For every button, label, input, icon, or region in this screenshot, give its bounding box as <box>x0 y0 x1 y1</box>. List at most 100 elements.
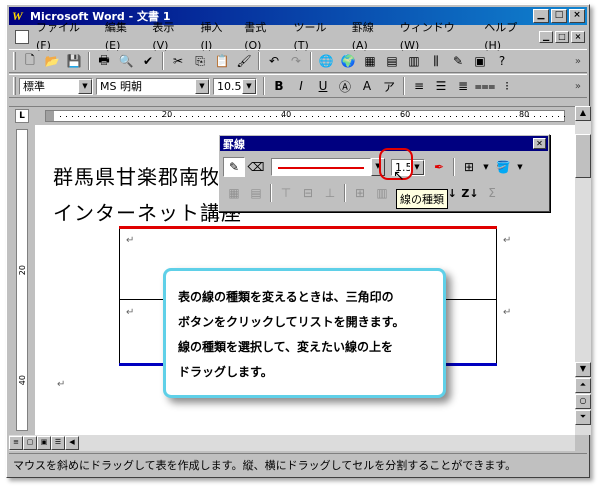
doc-minimize-button[interactable]: ▁ <box>539 31 554 43</box>
chevron-down-icon[interactable]: ▼ <box>78 78 92 94</box>
align-middle-icon[interactable]: ⊟ <box>297 183 319 203</box>
callout-line-1: 表の線の種類を変えるときは、三角印の <box>178 290 394 304</box>
previous-page-icon[interactable]: ⏶ <box>575 378 591 393</box>
line-style-select[interactable] <box>271 158 371 176</box>
scroll-thumb[interactable] <box>575 134 591 178</box>
drawing-icon[interactable]: ✎ <box>447 51 469 71</box>
doc-restore-button[interactable]: □ <box>555 31 570 43</box>
chevron-down-icon[interactable]: ▼ <box>195 78 209 94</box>
document-line-1[interactable]: 群馬県甘楽郡南牧 <box>53 161 221 190</box>
close-button[interactable]: × <box>569 9 585 23</box>
italic-icon[interactable]: I <box>290 76 312 96</box>
ruler-tick <box>558 116 559 117</box>
print-layout-icon[interactable]: ▣ <box>37 436 51 450</box>
align-top-icon[interactable]: ⊤ <box>275 183 297 203</box>
undo-icon[interactable]: ↶ <box>263 51 285 71</box>
distributed-icon[interactable]: ⩶ <box>474 76 496 96</box>
close-icon[interactable]: ✕ <box>533 138 546 149</box>
font-size-select[interactable]: 10.5 ▼ <box>213 77 257 95</box>
ruler-tick <box>342 116 343 117</box>
copy-icon[interactable]: ⎘ <box>189 51 211 71</box>
ruler-tick <box>84 116 85 117</box>
toolbar-more-icon[interactable]: » <box>575 81 581 92</box>
align-center-icon[interactable]: ☰ <box>430 76 452 96</box>
document-map-icon[interactable]: ▣ <box>469 51 491 71</box>
align-right-icon[interactable]: ≣ <box>452 76 474 96</box>
maximize-button[interactable]: □ <box>551 9 567 23</box>
ruler-tick <box>282 116 283 117</box>
draw-table-icon[interactable]: ✎ <box>223 157 245 177</box>
insert-table-icon[interactable]: ▤ <box>381 51 403 71</box>
separator <box>258 52 260 70</box>
ruler-tick <box>150 116 151 117</box>
save-icon[interactable]: 💾 <box>63 51 85 71</box>
border-color-icon[interactable]: ✒ <box>428 157 450 177</box>
tables-borders-icon[interactable]: ▦ <box>359 51 381 71</box>
normal-view-icon[interactable]: ≡ <box>9 436 23 450</box>
ruler-tick <box>468 116 469 117</box>
merge-cells-icon[interactable]: ▤ <box>245 183 267 203</box>
document-icon[interactable] <box>15 30 29 44</box>
distribute-rows-icon[interactable]: ⊞ <box>349 183 371 203</box>
chevron-down-icon[interactable]: ▼ <box>514 157 526 177</box>
cut-icon[interactable]: ✂ <box>167 51 189 71</box>
ruler-tick <box>228 116 229 117</box>
outline-view-icon[interactable]: ☰ <box>51 436 65 450</box>
help-icon[interactable]: ? <box>491 51 513 71</box>
autosum-icon[interactable]: Σ <box>481 183 503 203</box>
word-app-icon[interactable]: W <box>12 9 26 23</box>
callout-line-3: 線の種類を選択して、変えたい線の上を <box>178 340 394 354</box>
eraser-icon[interactable]: ⌫ <box>245 157 267 177</box>
toolbar-grip[interactable] <box>13 52 16 70</box>
underline-icon[interactable]: U <box>312 76 334 96</box>
new-icon[interactable]: 🗋 <box>19 51 41 71</box>
style-select[interactable]: 標準 ▼ <box>19 77 93 95</box>
horizontal-ruler[interactable]: L 20 40 60 80 <box>9 106 587 124</box>
spelling-icon[interactable]: ✔ <box>137 51 159 71</box>
format-painter-icon[interactable]: 🖌 <box>233 51 255 71</box>
paste-icon[interactable]: 📋 <box>211 51 233 71</box>
web-layout-icon[interactable]: ▢ <box>23 436 37 450</box>
ruler-tick <box>78 116 79 117</box>
ruler-tick <box>90 116 91 117</box>
phonetic-icon[interactable]: ア <box>378 76 400 96</box>
doc-close-button[interactable]: × <box>571 31 586 43</box>
scroll-up-icon[interactable]: ▲ <box>575 106 591 121</box>
browse-object-icon[interactable]: ○ <box>575 394 591 409</box>
sort-descending-icon[interactable]: Z↓ <box>459 183 481 203</box>
print-preview-icon[interactable]: 🔍 <box>115 51 137 71</box>
horizontal-scrollbar[interactable]: ≡ ▢ ▣ ☰ ◀ <box>9 435 575 451</box>
web-toolbar-icon[interactable]: 🌍 <box>337 51 359 71</box>
numbering-icon[interactable]: ⁝ <box>496 76 518 96</box>
ruler-mark: 20 <box>162 110 173 119</box>
columns-icon[interactable]: ⫼ <box>425 51 447 71</box>
open-icon[interactable]: 📂 <box>41 51 63 71</box>
scroll-down-icon[interactable]: ▼ <box>575 362 591 377</box>
chevron-down-icon[interactable]: ▼ <box>242 78 256 94</box>
char-border-icon[interactable]: Ⓐ <box>334 76 356 96</box>
bold-icon[interactable]: B <box>268 76 290 96</box>
toolbar-grip[interactable] <box>13 77 16 95</box>
align-justify-icon[interactable]: ≡ <box>408 76 430 96</box>
char-shading-icon[interactable]: A <box>356 76 378 96</box>
document-line-2[interactable]: インターネット講座 <box>53 197 242 226</box>
outside-border-icon[interactable]: ⊞ <box>458 157 480 177</box>
print-icon[interactable]: 🖶 <box>93 51 115 71</box>
tab-selector[interactable]: L <box>15 109 29 123</box>
align-bottom-icon[interactable]: ⊥ <box>319 183 341 203</box>
shading-color-icon[interactable]: 🪣 <box>492 157 514 177</box>
distribute-columns-icon[interactable]: ▥ <box>371 183 393 203</box>
vertical-ruler[interactable]: 20 40 <box>9 125 33 435</box>
insert-table-icon[interactable]: ▦ <box>223 183 245 203</box>
table-top-border[interactable] <box>119 226 497 229</box>
ruler-strip[interactable]: 20 40 60 80 <box>45 110 565 122</box>
vertical-scrollbar[interactable]: ▲ ▼ ⏶ ○ ⏷ <box>575 106 591 435</box>
insert-excel-icon[interactable]: ▥ <box>403 51 425 71</box>
hyperlink-icon[interactable]: 🌐 <box>315 51 337 71</box>
chevron-down-icon[interactable]: ▼ <box>480 157 492 177</box>
redo-icon[interactable]: ↷ <box>285 51 307 71</box>
scroll-left-icon[interactable]: ◀ <box>65 436 79 450</box>
next-page-icon[interactable]: ⏷ <box>575 410 591 425</box>
font-select[interactable]: MS 明朝 ▼ <box>96 77 210 95</box>
toolbar-more-icon[interactable]: » <box>575 56 581 67</box>
